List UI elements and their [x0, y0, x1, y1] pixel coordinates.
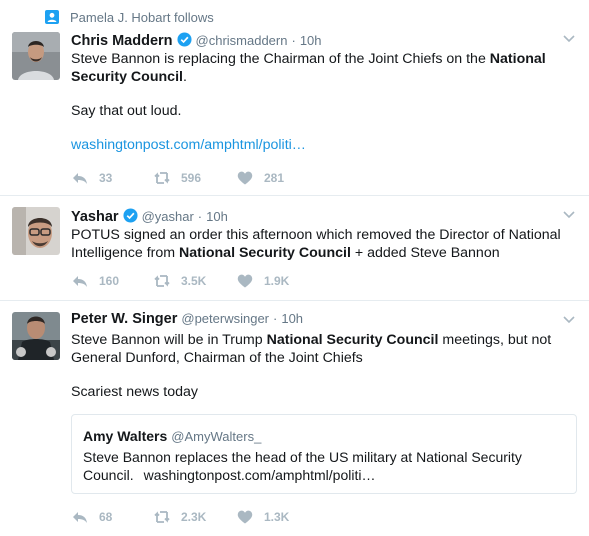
separator-dot: ·: [273, 311, 278, 326]
tweet-actions: 160 3.5K 1.9K: [71, 271, 318, 291]
tweet[interactable]: Yashar @yashar · 10h POTUS signed an ord…: [0, 196, 589, 301]
verified-badge-icon: [123, 208, 138, 223]
retweet-count: 2.3K: [181, 510, 207, 524]
avatar-image: [12, 32, 60, 80]
tweet-link[interactable]: washingtonpost.com/amphtml/politi…: [71, 136, 577, 154]
retweet-button[interactable]: 3.5K: [153, 272, 236, 290]
retweet-icon: [154, 511, 170, 523]
tweet-header: Peter W. Singer @peterwsinger · 10h: [71, 311, 577, 330]
reply-icon: [73, 512, 87, 523]
retweet-button[interactable]: 2.3K: [153, 508, 236, 526]
reply-count: 33: [99, 171, 113, 185]
retweet-count: 3.5K: [181, 274, 207, 288]
retweet-count: 596: [181, 171, 202, 185]
retweet-button[interactable]: 596: [153, 169, 236, 187]
quoted-tweet-link[interactable]: washingtonpost.com/amphtml/politi…: [144, 467, 376, 483]
author-handle[interactable]: @chrismaddern: [196, 33, 288, 48]
tweet-actions: 33 596 281: [71, 168, 318, 188]
tweet-text-line: Say that out loud.: [71, 103, 182, 119]
author-name[interactable]: Chris Maddern: [71, 33, 173, 49]
tweet-text: Steve Bannon will be in Trump National S…: [71, 331, 577, 367]
chevron-down-icon[interactable]: [561, 311, 577, 327]
tweet-time[interactable]: 10h: [300, 33, 322, 48]
tweet-text: POTUS signed an order this afternoon whi…: [71, 226, 577, 262]
social-context: Pamela J. Hobart follows: [44, 8, 214, 26]
avatar[interactable]: [12, 207, 60, 255]
tweet-text-segment: Steve Bannon is replacing the Chairman o…: [71, 51, 490, 67]
reply-count: 68: [99, 510, 113, 524]
reply-button[interactable]: 160: [71, 272, 153, 290]
chevron-down-icon[interactable]: [561, 30, 577, 46]
quoted-author-handle: @AmyWalters_: [171, 429, 262, 444]
like-count: 1.9K: [264, 274, 290, 288]
verified-badge-icon: [176, 32, 192, 47]
tweet-actions: 68 2.3K 1.3K: [71, 507, 318, 527]
heart-icon: [237, 510, 253, 524]
avatar[interactable]: [12, 312, 60, 360]
retweet-icon: [154, 275, 170, 287]
social-context-text[interactable]: Pamela J. Hobart follows: [70, 10, 214, 25]
author-name[interactable]: Peter W. Singer: [71, 311, 177, 327]
heart-icon: [237, 274, 253, 288]
tweet[interactable]: Pamela J. Hobart follows Chris Maddern @…: [0, 0, 589, 196]
quoted-tweet[interactable]: Amy Walters @AmyWalters_ Steve Bannon re…: [71, 414, 577, 494]
timeline: Pamela J. Hobart follows Chris Maddern @…: [0, 0, 589, 536]
reply-icon: [73, 276, 87, 287]
like-count: 1.3K: [264, 510, 290, 524]
tweet-content: Peter W. Singer @peterwsinger · 10h Stev…: [71, 311, 577, 401]
author-handle[interactable]: @yashar: [142, 209, 194, 224]
tweet[interactable]: Peter W. Singer @peterwsinger · 10h Stev…: [0, 301, 589, 536]
avatar-image: [12, 312, 60, 360]
hashtag-keyword: National Security Council: [179, 245, 351, 261]
like-button[interactable]: 281: [236, 169, 318, 187]
tweet-content: Chris Maddern @chrismaddern · 10h Steve …: [71, 30, 577, 154]
tweet-time[interactable]: 10h: [281, 311, 303, 326]
tweet-text-segment: Steve Bannon will be in Trump: [71, 332, 267, 348]
like-button[interactable]: 1.3K: [236, 508, 318, 526]
reply-button[interactable]: 68: [71, 508, 153, 526]
hashtag-keyword: National Security Council: [266, 332, 439, 348]
quoted-tweet-header: Amy Walters @AmyWalters_: [83, 428, 565, 446]
tweet-text-segment: .: [182, 69, 187, 85]
tweet-text: Steve Bannon is replacing the Chairman o…: [71, 50, 577, 86]
separator-dot: ·: [197, 209, 203, 224]
heart-icon: [237, 171, 253, 185]
reply-count: 160: [99, 274, 120, 288]
tweet-text-line: Scariest news today: [71, 384, 198, 400]
tweet-content: Yashar @yashar · 10h POTUS signed an ord…: [71, 206, 577, 262]
separator-dot: ·: [291, 33, 296, 48]
tweet-text-segment: + added Steve Bannon: [350, 245, 500, 261]
tweet-header: Yashar @yashar · 10h: [71, 206, 577, 225]
avatar-image: [12, 207, 60, 255]
person-icon: [45, 10, 59, 24]
like-count: 281: [264, 171, 285, 185]
chevron-down-icon[interactable]: [561, 206, 577, 222]
avatar[interactable]: [12, 32, 60, 80]
like-button[interactable]: 1.9K: [236, 272, 318, 290]
author-name[interactable]: Yashar: [71, 209, 119, 225]
retweet-icon: [154, 172, 170, 184]
tweet-header: Chris Maddern @chrismaddern · 10h: [71, 30, 577, 49]
author-handle[interactable]: @peterwsinger: [181, 311, 269, 326]
tweet-time[interactable]: 10h: [206, 209, 228, 224]
quoted-tweet-text: Steve Bannon replaces the head of the US…: [83, 448, 565, 484]
quoted-author-name: Amy Walters: [83, 428, 168, 444]
reply-icon: [73, 173, 87, 184]
reply-button[interactable]: 33: [71, 169, 153, 187]
